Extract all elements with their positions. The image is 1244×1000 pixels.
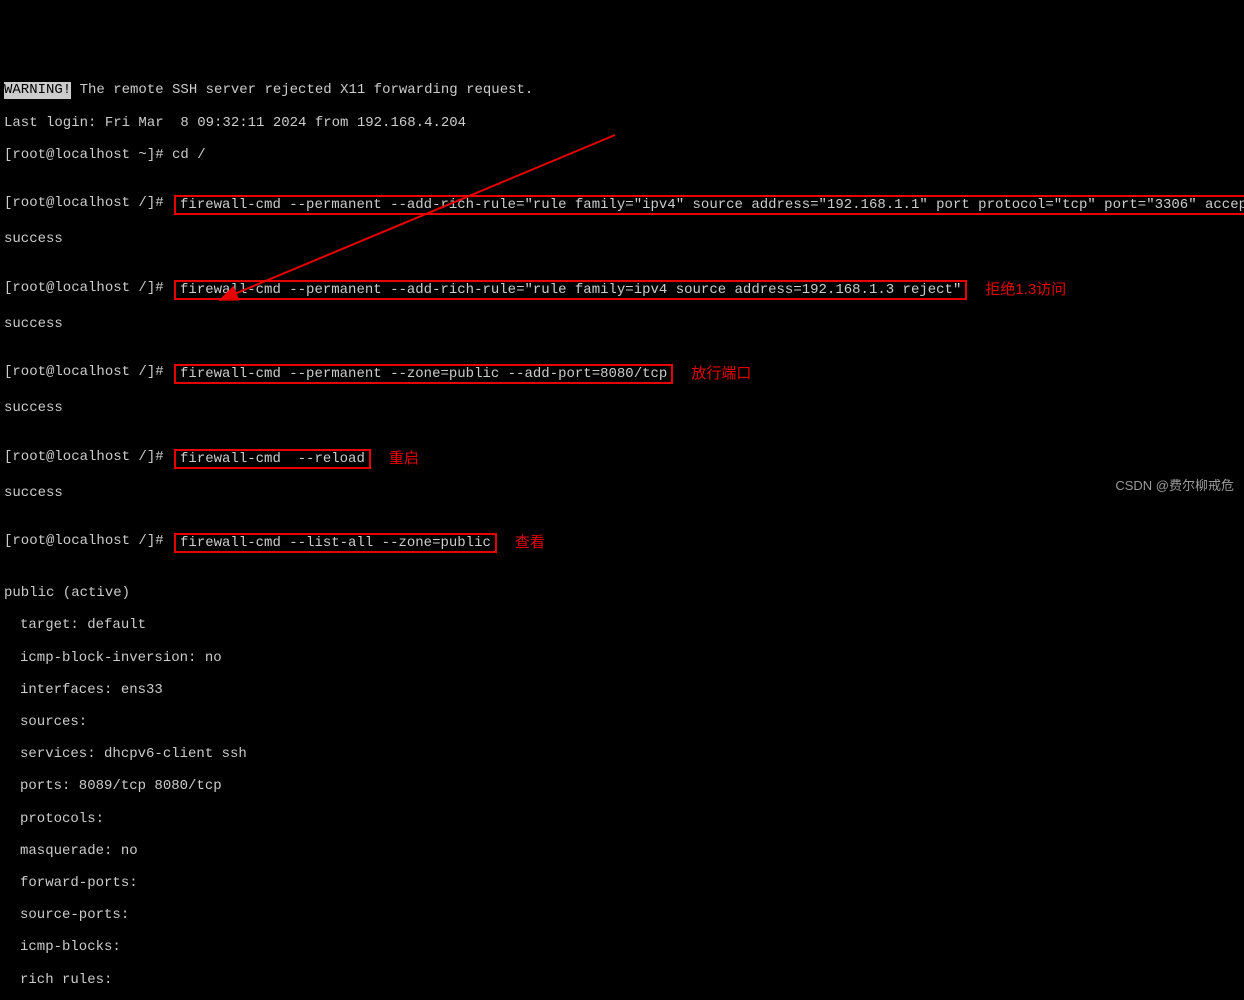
out-richrules: rich rules: [4, 972, 1240, 988]
out-sources: sources: [4, 714, 1240, 730]
cmd-reload: firewall-cmd --reload [174, 449, 371, 469]
prompt: [root@localhost /]# [4, 280, 172, 296]
annot-reject: 拒绝1.3访问 [985, 281, 1066, 298]
prompt: [root@localhost /]# [4, 449, 172, 465]
out-icmpblocks: icmp-blocks: [4, 939, 1240, 955]
cmd-addport: firewall-cmd --permanent --zone=public -… [174, 364, 673, 384]
watermark: CSDN @费尔柳戒危 [1115, 479, 1234, 494]
cmd-cd: cd / [172, 147, 206, 163]
out-target: target: default [4, 617, 1240, 633]
out-icmpinv: icmp-block-inversion: no [4, 650, 1240, 666]
out-ports: ports: 8089/tcp 8080/tcp [4, 778, 1240, 794]
out-srcports: source-ports: [4, 907, 1240, 923]
out-protocols: protocols: [4, 811, 1240, 827]
warning-label: WARNING! [4, 82, 71, 98]
prompt-home: [root@localhost ~]# [4, 147, 172, 163]
out-interfaces: interfaces: ens33 [4, 682, 1240, 698]
prompt: [root@localhost /]# [4, 533, 172, 549]
out-zone: public (active) [4, 585, 1240, 601]
terminal-output[interactable]: WARNING! The remote SSH server rejected … [4, 66, 1240, 1000]
success-3: success [4, 400, 1240, 416]
annot-addport: 放行端口 [691, 365, 751, 382]
cmd-reject: firewall-cmd --permanent --add-rich-rule… [174, 280, 967, 300]
out-masq: masquerade: no [4, 843, 1240, 859]
annot-listall: 查看 [515, 534, 545, 551]
success-4: success [4, 485, 1240, 501]
prompt: [root@localhost /]# [4, 195, 172, 211]
last-login: Last login: Fri Mar 8 09:32:11 2024 from… [4, 115, 1240, 131]
warning-msg: The remote SSH server rejected X11 forwa… [71, 82, 533, 98]
annot-reload: 重启 [389, 450, 419, 467]
prompt: [root@localhost /]# [4, 364, 172, 380]
out-services: services: dhcpv6-client ssh [4, 746, 1240, 762]
cmd-allow: firewall-cmd --permanent --add-rich-rule… [174, 195, 1244, 215]
success-2: success [4, 316, 1240, 332]
cmd-listall: firewall-cmd --list-all --zone=public [174, 533, 497, 553]
success-1: success [4, 231, 1240, 247]
out-fwdports: forward-ports: [4, 875, 1240, 891]
